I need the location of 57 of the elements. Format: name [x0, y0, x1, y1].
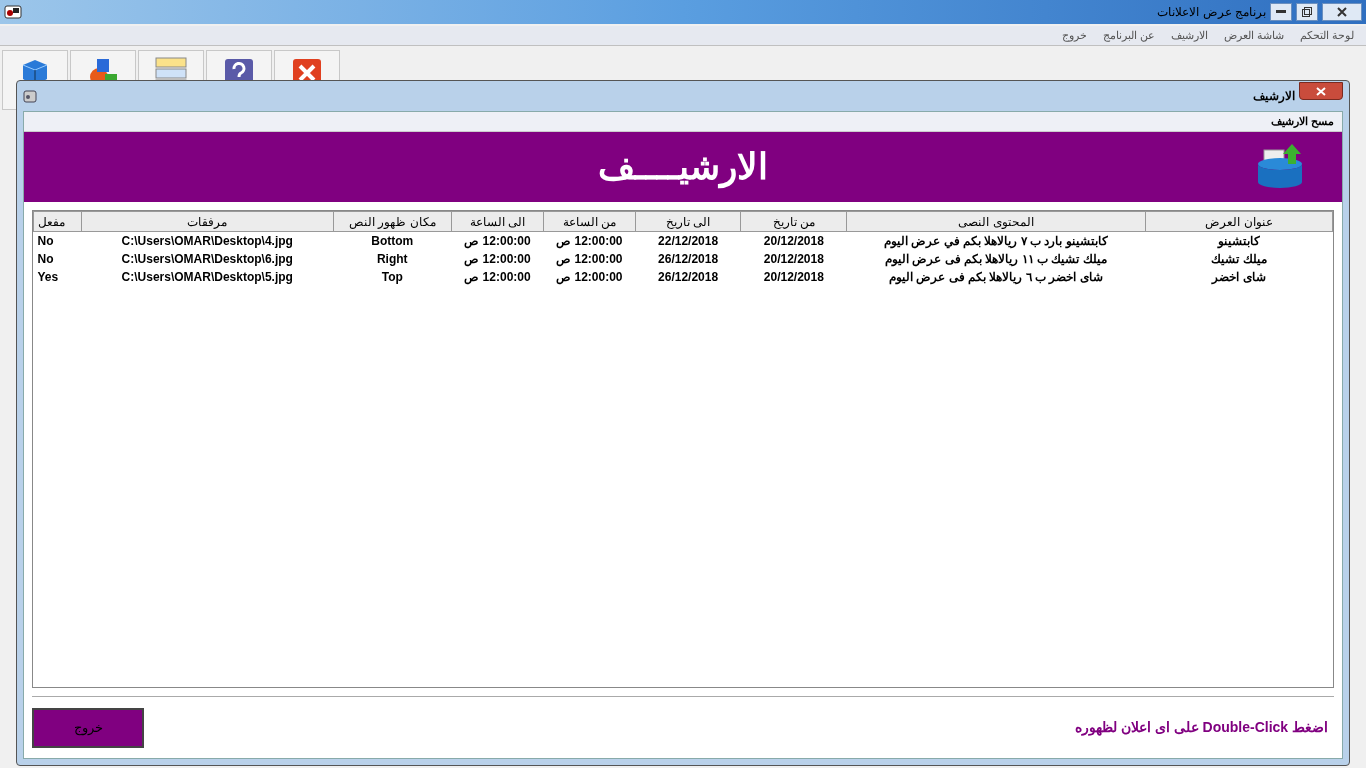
column-header[interactable]: من الساعة: [543, 211, 636, 232]
menu-item[interactable]: مسح الارشيف: [1270, 113, 1334, 130]
table-cell-text: شاى اخضر: [1210, 269, 1267, 286]
close-icon: [1316, 86, 1326, 96]
hint-text: اضغط Double-Click على اى اعلان لظهوره: [1074, 718, 1328, 738]
archive-box-icon: [1256, 142, 1304, 190]
menu-item[interactable]: خروج: [1061, 27, 1087, 44]
close-button[interactable]: [1322, 3, 1362, 21]
table-cell: C:\Users\OMAR\Desktop\4.jpg: [81, 231, 333, 250]
table-cell-text: ميلك تشيك: [1210, 251, 1268, 268]
table-cell: No: [33, 231, 82, 250]
table-cell-text: Right: [375, 251, 409, 268]
column-header[interactable]: من تاريخ: [740, 211, 847, 232]
window-title: برنامج عرض الاعلانات: [1157, 4, 1266, 21]
menu-item[interactable]: الارشيف: [1170, 27, 1208, 44]
table-cell: 12:00:00 ص: [451, 231, 544, 250]
table-cell-text: 20/12/2018: [762, 251, 825, 268]
restore-button[interactable]: [1296, 3, 1318, 21]
minimize-icon: [1276, 10, 1286, 14]
column-header[interactable]: المحتوى النصى: [846, 211, 1146, 232]
table-cell-text: 26/12/2018: [657, 251, 720, 268]
dialog-title: الارشيف: [1253, 88, 1295, 105]
close-icon: [1337, 7, 1347, 17]
table-cell-text: شاى اخضر ب ٦ ريالاهلا بكم فى عرض اليوم: [888, 269, 1104, 286]
menu-item[interactable]: لوحة التحكم: [1299, 27, 1354, 44]
menu-item[interactable]: عن البرنامج: [1102, 27, 1155, 44]
column-header[interactable]: الى الساعة: [451, 211, 544, 232]
table-cell: 20/12/2018: [740, 231, 847, 250]
table-cell-text: 12:00:00 ص: [555, 251, 624, 268]
table-cell-text: Yes: [36, 269, 60, 286]
app-icon: [23, 88, 37, 104]
table-cell: 22/12/2018: [635, 231, 741, 250]
column-header[interactable]: مفعل: [33, 211, 82, 232]
minimize-button[interactable]: [1270, 3, 1292, 21]
table-cell: Bottom: [333, 231, 452, 250]
table-cell-text: C:\Users\OMAR\Desktop\5.jpg: [120, 269, 294, 286]
table-cell: 12:00:00 ص: [543, 231, 636, 250]
column-header[interactable]: مكان ظهور النص: [333, 211, 452, 232]
table-cell: كابتشينو: [1145, 231, 1333, 250]
column-header[interactable]: مرفقات: [81, 211, 333, 232]
restore-icon: [1302, 7, 1312, 17]
close-button[interactable]: [1299, 82, 1343, 100]
column-header[interactable]: عنوان العرض: [1145, 211, 1333, 232]
table-cell: كابتشينو بارد ب ٧ ريالاهلا بكم في عرض اليوم: [846, 231, 1146, 250]
table-cell-text: 20/12/2018: [762, 269, 825, 286]
table-cell-text: 12:00:00 ص: [463, 251, 532, 268]
table-cell-text: 26/12/2018: [657, 269, 720, 286]
table-cell-text: C:\Users\OMAR\Desktop\6.jpg: [120, 251, 294, 268]
table-cell-text: No: [36, 251, 55, 268]
table-cell-text: 12:00:00 ص: [555, 269, 624, 286]
table-cell-text: 12:00:00 ص: [463, 269, 532, 286]
table-cell-text: ميلك تشيك ب ١١ ريالاهلا بكم فى عرض اليوم: [884, 251, 1108, 268]
banner-title: الارشيــــف: [598, 145, 768, 191]
app-icon: [4, 4, 22, 20]
table-cell-text: Top: [380, 269, 404, 286]
column-header[interactable]: الى تاريخ: [635, 211, 741, 232]
menu-item[interactable]: شاشة العرض: [1223, 27, 1284, 44]
